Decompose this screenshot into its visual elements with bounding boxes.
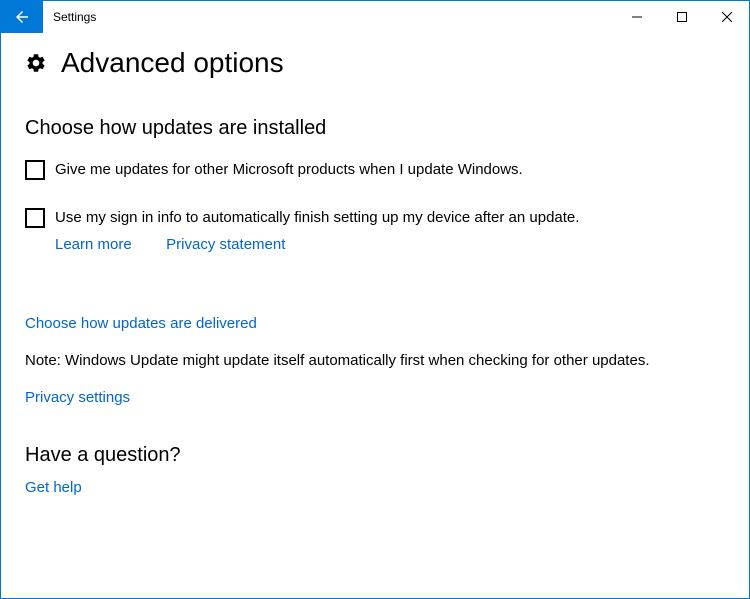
get-help-link[interactable]: Get help xyxy=(25,479,82,496)
note-text: Note: Windows Update might update itself… xyxy=(25,352,725,369)
minimize-icon xyxy=(632,12,642,22)
privacy-settings-link[interactable]: Privacy settings xyxy=(25,389,130,406)
checkbox-group-microsoft-products: Give me updates for other Microsoft prod… xyxy=(25,160,725,180)
checkbox-microsoft-products[interactable] xyxy=(25,160,45,180)
titlebar: Settings xyxy=(1,1,749,33)
close-icon xyxy=(722,12,732,22)
content-area: Advanced options Choose how updates are … xyxy=(1,33,749,521)
back-button[interactable] xyxy=(1,1,43,33)
learn-more-link[interactable]: Learn more xyxy=(55,236,132,253)
gear-icon xyxy=(25,52,47,74)
arrow-left-icon xyxy=(13,8,31,26)
maximize-button[interactable] xyxy=(659,1,704,33)
window-controls xyxy=(614,1,749,33)
updates-delivered-link[interactable]: Choose how updates are delivered xyxy=(25,315,257,332)
close-button[interactable] xyxy=(704,1,749,33)
maximize-icon xyxy=(677,12,687,22)
checkbox-label-signin-info: Use my sign in info to automatically fin… xyxy=(55,208,579,228)
section-heading-install: Choose how updates are installed xyxy=(25,117,725,140)
window-title: Settings xyxy=(43,1,614,33)
minimize-button[interactable] xyxy=(614,1,659,33)
page-title: Advanced options xyxy=(61,47,284,79)
checkbox-group-signin: Use my sign in info to automatically fin… xyxy=(25,208,725,269)
privacy-statement-link[interactable]: Privacy statement xyxy=(166,236,285,253)
checkbox-label-microsoft-products: Give me updates for other Microsoft prod… xyxy=(55,160,523,180)
checkbox-signin-info[interactable] xyxy=(25,208,45,228)
page-header: Advanced options xyxy=(25,47,725,79)
question-heading: Have a question? xyxy=(25,444,725,467)
